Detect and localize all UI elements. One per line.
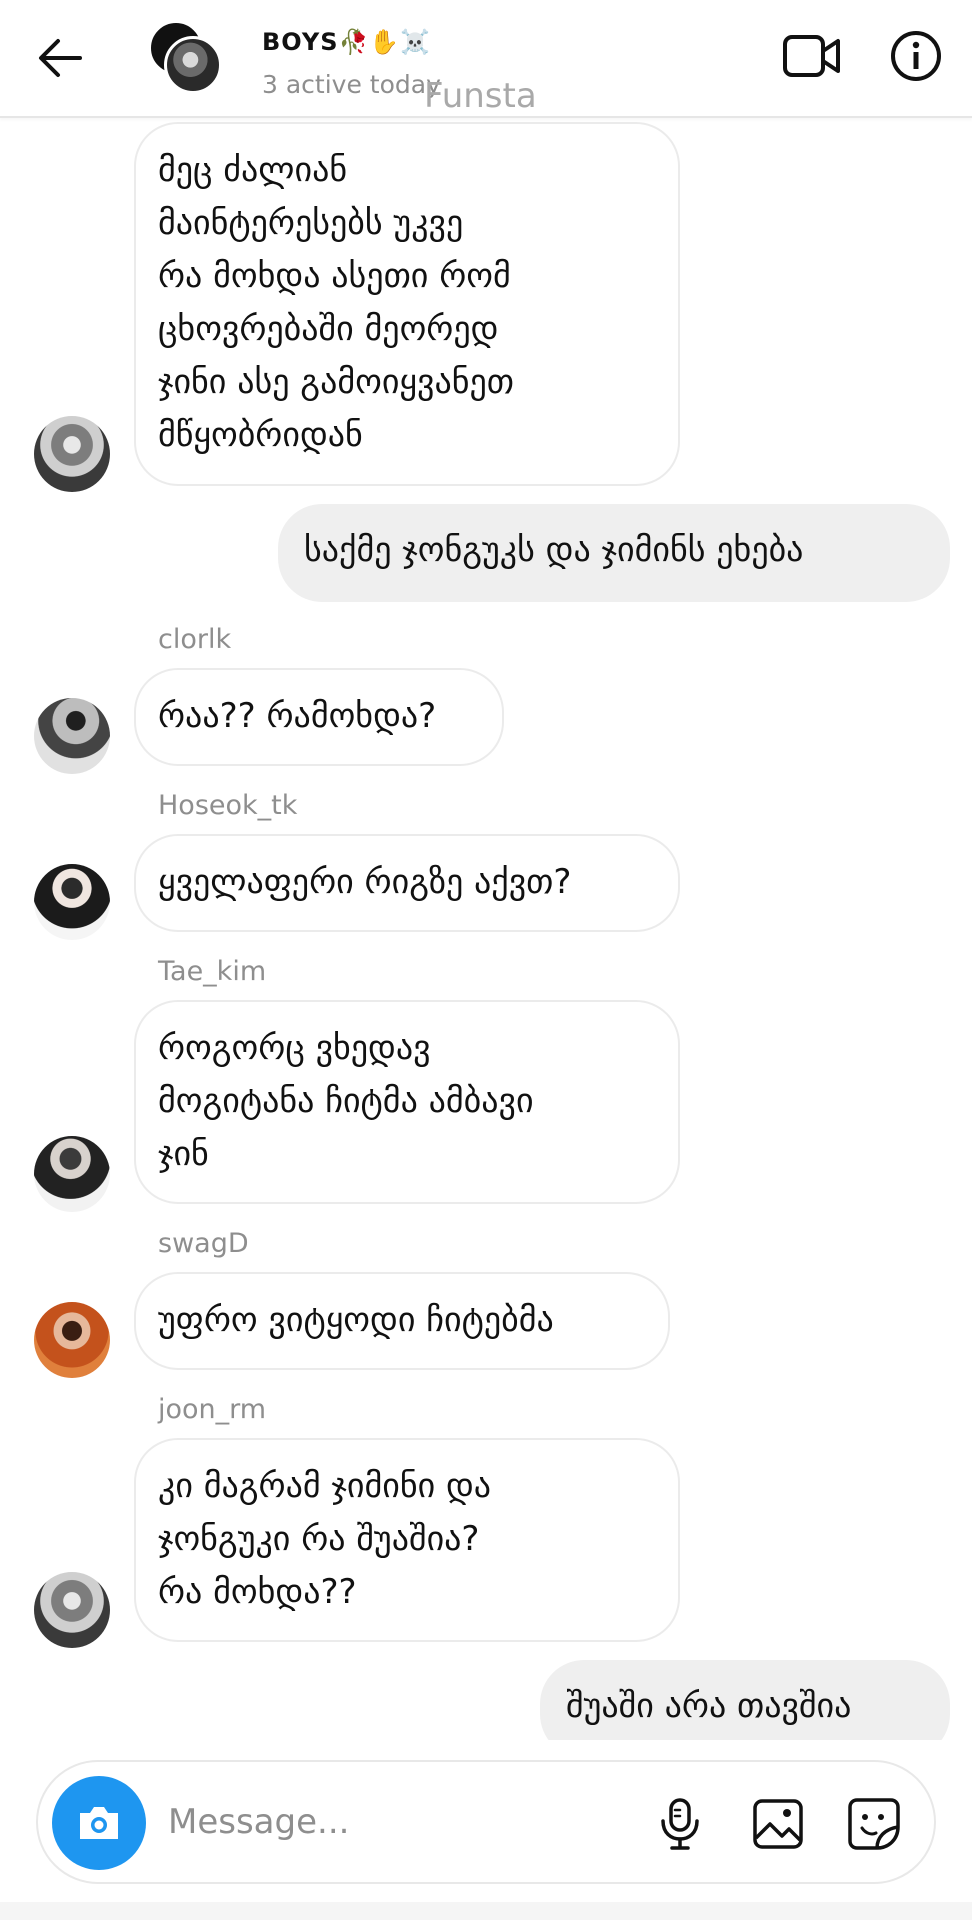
image-icon	[753, 1799, 803, 1849]
sender-avatar[interactable]	[34, 698, 110, 774]
message-composer	[36, 1760, 936, 1884]
arrow-left-icon	[39, 39, 82, 77]
incoming-message[interactable]: ყველაფერი რიგზე აქვთ?	[134, 834, 680, 932]
video-camera-icon	[783, 35, 840, 77]
group-title[interactable]: BOYS🥀✋☠️	[262, 28, 431, 56]
sender-name: joon_rm	[158, 1394, 267, 1425]
sender-avatar[interactable]	[34, 416, 110, 492]
microphone-button[interactable]	[648, 1792, 712, 1856]
camera-button[interactable]	[52, 1776, 146, 1870]
microphone-icon	[661, 1798, 699, 1850]
incoming-message[interactable]: როგორც ვხედავ მოგიტანა ჩიტმა ამბავი ჯინ	[134, 1000, 680, 1204]
info-button[interactable]	[882, 22, 950, 90]
sticker-icon	[848, 1798, 900, 1850]
sender-avatar[interactable]	[34, 1136, 110, 1212]
group-avatar[interactable]	[148, 20, 224, 96]
camera-icon	[80, 1807, 118, 1839]
incoming-message[interactable]: მეც ძალიან მაინტერესებს უკვე რა მოხდა ას…	[134, 122, 680, 486]
incoming-message[interactable]: კი მაგრამ ჯიმინი და ჯონგუკი რა შუაშია? რ…	[134, 1438, 680, 1642]
sender-name: Hoseok_tk	[158, 790, 298, 821]
video-call-button[interactable]	[778, 22, 846, 90]
sender-name: clorlk	[158, 624, 232, 655]
gallery-button[interactable]	[746, 1792, 810, 1856]
incoming-message[interactable]: უფრო ვიტყოდი ჩიტებმა	[134, 1272, 670, 1370]
info-icon	[891, 31, 941, 81]
watermark-text: Funsta	[424, 76, 537, 116]
group-avatar-front	[164, 36, 222, 94]
sender-avatar[interactable]	[34, 1302, 110, 1378]
sender-avatar[interactable]	[34, 1572, 110, 1648]
incoming-message[interactable]: რაა?? რამოხდა?	[134, 668, 504, 766]
sender-avatar[interactable]	[34, 864, 110, 940]
active-status: 3 active today	[262, 70, 441, 99]
sender-name: Tae_kim	[158, 956, 267, 987]
system-bottom-bar	[0, 1902, 972, 1920]
sticker-button[interactable]	[842, 1792, 906, 1856]
message-input[interactable]	[168, 1786, 648, 1858]
sender-name: swagD	[158, 1228, 249, 1259]
back-button[interactable]	[30, 28, 90, 88]
outgoing-message[interactable]: საქმე ჯონგუკს და ჯიმინს ეხება	[278, 504, 950, 602]
